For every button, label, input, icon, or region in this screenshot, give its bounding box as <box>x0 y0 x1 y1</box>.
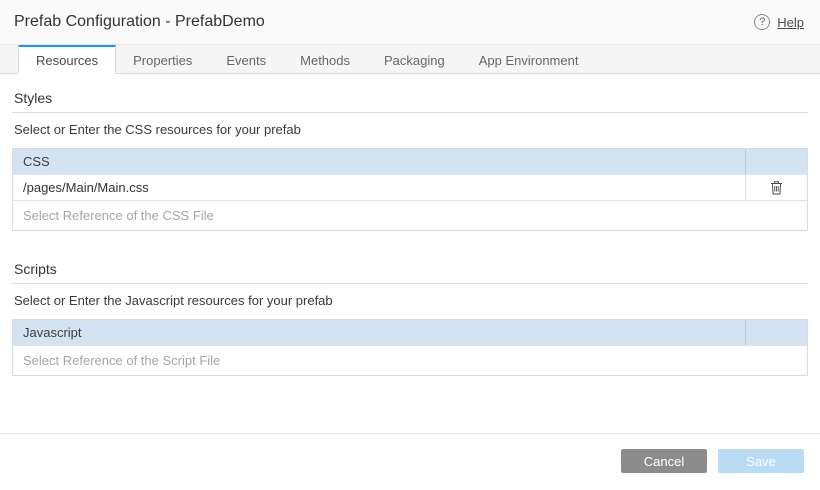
tab-app-environment[interactable]: App Environment <box>462 45 596 73</box>
footer-divider <box>0 433 820 434</box>
trash-icon <box>770 180 783 195</box>
css-resources-table: CSS /pages/Main/Main.css <box>12 148 808 231</box>
css-table-header-row: CSS <box>13 149 807 174</box>
styles-section-heading: Styles <box>12 74 808 113</box>
section-spacer <box>12 231 808 245</box>
javascript-column-header: Javascript <box>13 320 745 345</box>
help-question-icon[interactable]: ? <box>754 14 770 30</box>
css-input-row <box>13 200 807 230</box>
save-button[interactable]: Save <box>718 449 804 473</box>
delete-css-resource-button[interactable] <box>766 178 787 197</box>
tab-bar: Resources Properties Events Methods Pack… <box>0 45 820 74</box>
header-bar: Prefab Configuration - PrefabDemo ? Help <box>0 0 820 45</box>
scripts-section-heading: Scripts <box>12 245 808 284</box>
css-resource-value[interactable]: /pages/Main/Main.css <box>13 175 745 200</box>
css-column-header: CSS <box>13 149 745 174</box>
script-input-row <box>13 345 807 375</box>
scripts-section-description: Select or Enter the Javascript resources… <box>12 284 808 319</box>
script-action-column-header <box>745 320 807 345</box>
help-link[interactable]: Help <box>777 15 804 30</box>
script-resources-table: Javascript <box>12 319 808 376</box>
script-table-header-row: Javascript <box>13 320 807 345</box>
footer-actions: Cancel Save <box>621 449 804 473</box>
styles-section-description: Select or Enter the CSS resources for yo… <box>12 113 808 148</box>
cancel-button[interactable]: Cancel <box>621 449 707 473</box>
tab-methods[interactable]: Methods <box>283 45 367 73</box>
css-row-actions <box>745 175 807 200</box>
tab-events[interactable]: Events <box>209 45 283 73</box>
resources-panel: Styles Select or Enter the CSS resources… <box>0 74 820 376</box>
page-title: Prefab Configuration - PrefabDemo <box>14 13 265 31</box>
tab-resources[interactable]: Resources <box>18 45 116 74</box>
script-reference-input[interactable] <box>13 346 807 375</box>
help-button[interactable]: ? Help <box>754 14 804 30</box>
css-reference-input[interactable] <box>13 201 807 230</box>
tab-packaging[interactable]: Packaging <box>367 45 462 73</box>
table-row: /pages/Main/Main.css <box>13 174 807 200</box>
tab-properties[interactable]: Properties <box>116 45 209 73</box>
css-action-column-header <box>745 149 807 174</box>
